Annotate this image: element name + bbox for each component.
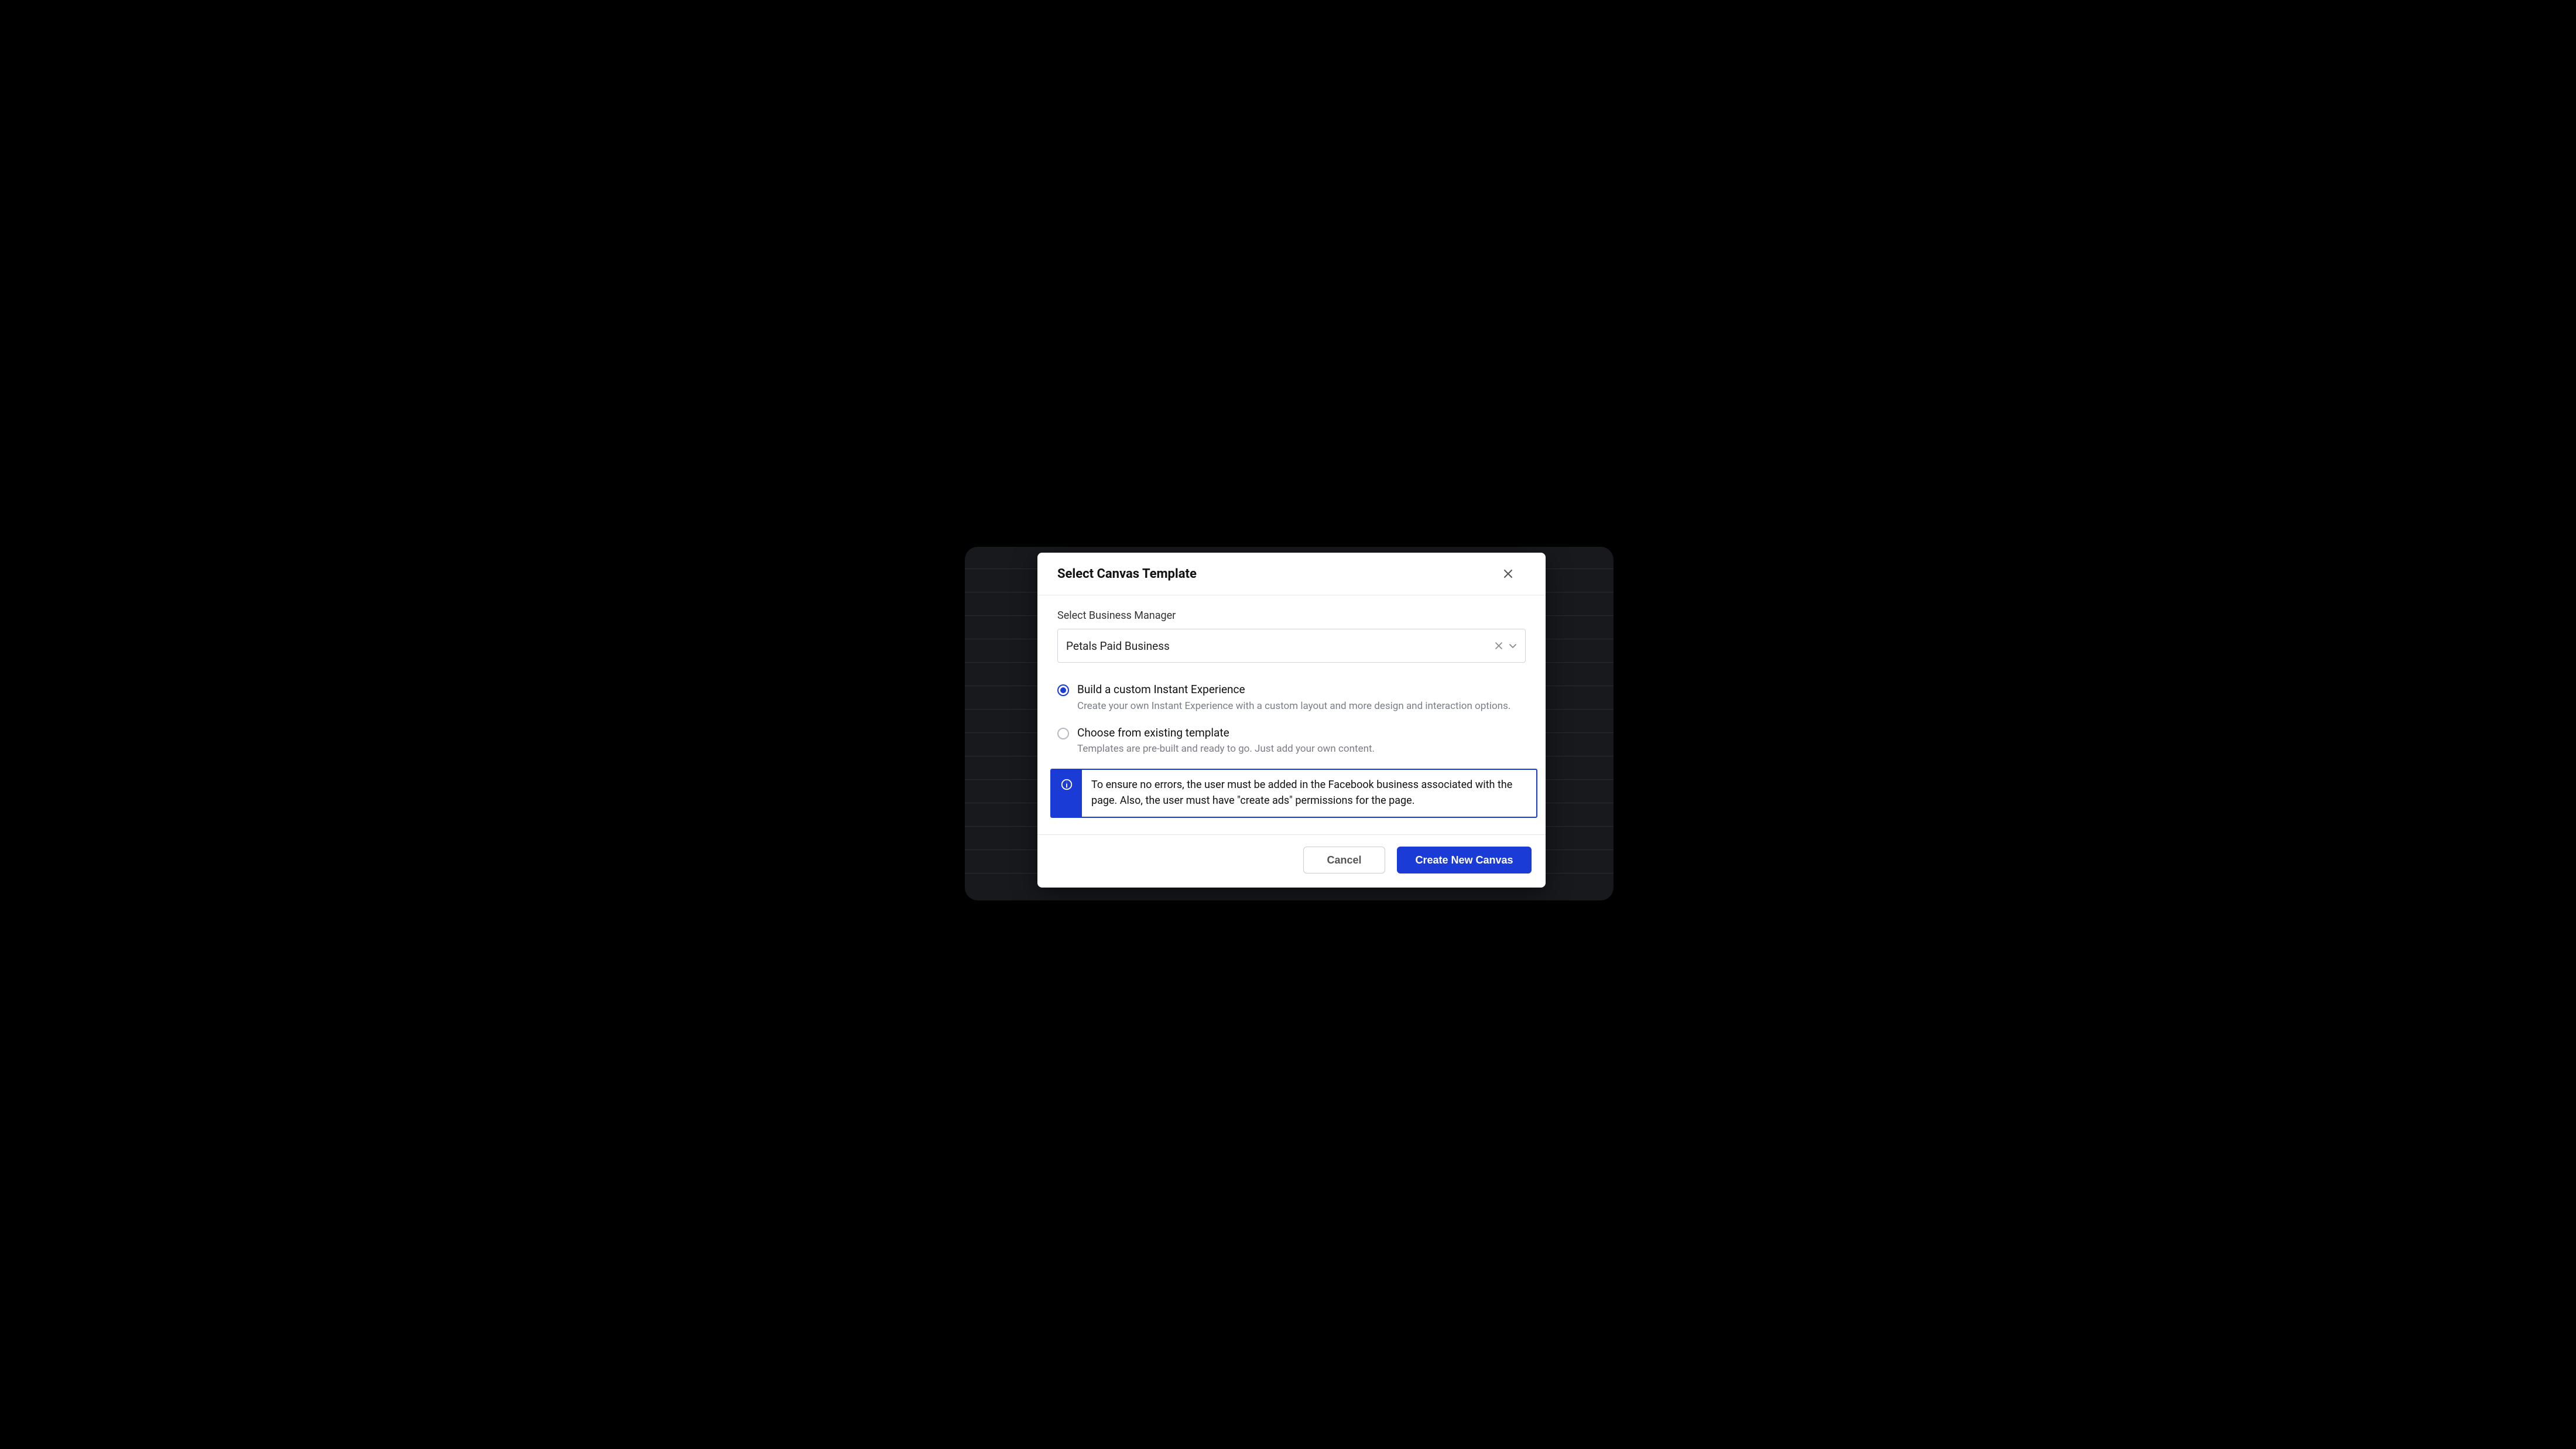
radio-label: Build a custom Instant Experience [1077, 683, 1526, 697]
create-new-canvas-button[interactable]: Create New Canvas [1397, 847, 1532, 873]
chevron-down-icon [1509, 642, 1517, 650]
radio-label: Choose from existing template [1077, 726, 1526, 741]
radio-description: Templates are pre-built and ready to go.… [1077, 742, 1526, 756]
clear-selection-button[interactable] [1495, 642, 1503, 650]
close-button[interactable] [1500, 566, 1516, 582]
modal-header: Select Canvas Template [1037, 553, 1546, 595]
select-canvas-template-modal: Select Canvas Template Select Business M… [1037, 553, 1546, 888]
info-banner: To ensure no errors, the user must be ad… [1050, 769, 1537, 818]
business-manager-value: Petals Paid Business [1066, 639, 1170, 653]
business-manager-label: Select Business Manager [1057, 609, 1526, 622]
radio-option-custom-experience[interactable]: Build a custom Instant Experience Create… [1057, 683, 1526, 713]
radio-option-existing-template[interactable]: Choose from existing template Templates … [1057, 726, 1526, 756]
radio-description: Create your own Instant Experience with … [1077, 700, 1526, 713]
info-message: To ensure no errors, the user must be ad… [1082, 770, 1536, 817]
info-icon [1060, 778, 1073, 791]
close-icon [1503, 569, 1513, 578]
business-manager-select[interactable]: Petals Paid Business [1057, 629, 1526, 663]
modal-body: Select Business Manager Petals Paid Busi… [1037, 595, 1546, 834]
radio-indicator [1057, 728, 1069, 739]
modal-title: Select Canvas Template [1057, 567, 1197, 581]
radio-indicator [1057, 684, 1069, 696]
info-icon-column [1051, 770, 1082, 817]
modal-footer: Cancel Create New Canvas [1037, 834, 1546, 888]
cancel-button[interactable]: Cancel [1303, 847, 1385, 873]
close-icon [1495, 642, 1503, 650]
template-mode-radio-group: Build a custom Instant Experience Create… [1057, 683, 1526, 756]
dropdown-toggle[interactable] [1509, 642, 1517, 650]
